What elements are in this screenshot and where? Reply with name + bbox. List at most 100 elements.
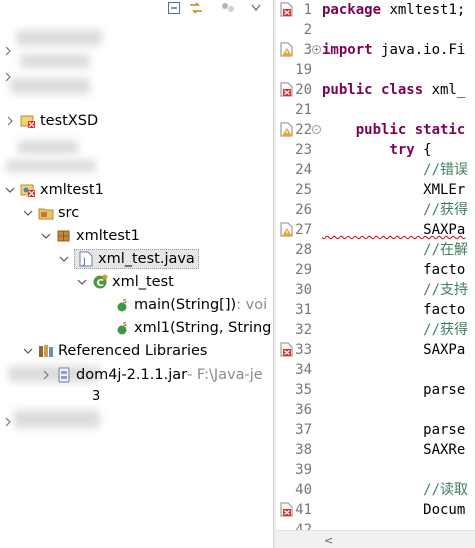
package-icon xyxy=(56,228,72,244)
code-line[interactable]: 3 + import java.io.Fi xyxy=(276,40,475,60)
chevron-down-icon[interactable] xyxy=(22,345,34,357)
chevron-right-icon[interactable] xyxy=(40,369,52,381)
code-text: SAXPa xyxy=(322,222,466,238)
line-number: 37 xyxy=(295,422,312,438)
collapse-all-icon[interactable] xyxy=(166,0,182,16)
jar-name: dom4j-2.1.1.jar xyxy=(76,367,188,383)
code-line[interactable]: 41 Docum xyxy=(276,500,475,520)
tree-item-method-xml1[interactable]: s xml1(String, String xyxy=(114,317,271,339)
code-text: Docum xyxy=(322,502,466,518)
code-line[interactable]: 1 package xmltest1; xyxy=(276,0,475,20)
tree-twisty-collapsed[interactable] xyxy=(4,40,12,62)
line-number: 28 xyxy=(295,242,312,258)
tree-item-method-main[interactable]: s main(String[]) : voi xyxy=(114,294,267,316)
line-number: 34 xyxy=(295,362,312,378)
tree-twisty-collapsed[interactable] xyxy=(4,411,12,433)
code-line[interactable]: 24 //错误 xyxy=(276,160,475,180)
fold-collapse-icon[interactable]: - xyxy=(312,125,321,134)
code-line[interactable]: 2 xyxy=(276,20,475,40)
code-text: SAXPa xyxy=(322,342,466,358)
code-line[interactable]: 35 parse xyxy=(276,380,475,400)
line-number: 31 xyxy=(295,302,312,318)
public-static-method-icon: s xyxy=(114,320,130,336)
svg-text:C: C xyxy=(97,278,104,289)
code-line[interactable]: 30 //支持 xyxy=(276,280,475,300)
code-line[interactable]: 22- public static xyxy=(276,120,475,140)
line-number: 2 xyxy=(303,22,312,38)
code-line[interactable]: 29 facto xyxy=(276,260,475,280)
code-line[interactable]: 27 SAXPa xyxy=(276,220,475,240)
line-number: 27 xyxy=(295,222,312,238)
tree-item-referenced-libraries[interactable]: Referenced Libraries xyxy=(22,340,207,362)
tree-item-class[interactable]: C xml_test xyxy=(76,271,174,293)
code-text: //在解 xyxy=(322,242,469,258)
java-file-icon: J xyxy=(78,251,94,267)
code-line[interactable]: 36 xyxy=(276,400,475,420)
chevron-down-icon[interactable] xyxy=(22,207,34,219)
explorer-toolbar xyxy=(0,0,273,18)
link-with-editor-icon[interactable] xyxy=(188,0,204,16)
java-project-icon xyxy=(20,113,36,129)
tree-twisty-collapsed[interactable] xyxy=(4,66,12,88)
code-line[interactable]: 37 parse xyxy=(276,420,475,440)
code-text: XMLEr xyxy=(322,182,466,198)
chevron-down-icon[interactable] xyxy=(248,0,264,16)
code-line[interactable]: 39 xyxy=(276,460,475,480)
code-text: parse xyxy=(322,382,466,398)
tree-item-java-file[interactable]: J xml_test.java xyxy=(58,248,199,270)
line-number: 32 xyxy=(295,322,312,338)
code-line[interactable]: 21 xyxy=(276,100,475,120)
tree-item-src[interactable]: src xyxy=(22,202,79,224)
tree-item-package[interactable]: xmltest1 xyxy=(40,225,140,247)
code-line[interactable]: 25 XMLEr xyxy=(276,180,475,200)
horizontal-scrollbar[interactable]: < xyxy=(276,530,475,548)
class-icon: C xyxy=(92,274,108,290)
view-menu-icon[interactable] xyxy=(220,0,236,16)
line-number: 24 xyxy=(295,162,312,178)
code-text: //读取 xyxy=(322,482,469,498)
code-line[interactable]: 40 //读取 xyxy=(276,480,475,500)
code-line[interactable]: 26 //获得 xyxy=(276,200,475,220)
public-static-method-icon: s xyxy=(114,297,130,313)
code-line[interactable]: 33 SAXPa xyxy=(276,340,475,360)
line-number: 19 xyxy=(295,62,312,78)
code-line[interactable]: 20 public class xml_ xyxy=(276,80,475,100)
line-number: 25 xyxy=(295,182,312,198)
line-number: 29 xyxy=(295,262,312,278)
tree-item-xmltest1-project[interactable]: xmltest1 xyxy=(4,179,104,201)
line-number: 40 xyxy=(295,482,312,498)
svg-text:J: J xyxy=(82,257,86,267)
code-text: //获得 xyxy=(322,202,469,218)
code-line[interactable]: 28 //在解 xyxy=(276,240,475,260)
code-text: //获得 xyxy=(322,322,469,338)
code-line[interactable]: 38 SAXRe xyxy=(276,440,475,460)
scroll-left-icon[interactable]: < xyxy=(324,534,333,547)
chevron-down-icon[interactable] xyxy=(40,230,52,242)
code-line[interactable]: 34 xyxy=(276,360,475,380)
chevron-right-icon[interactable] xyxy=(4,115,16,127)
svg-text:s: s xyxy=(123,320,127,328)
selected-tree-item[interactable]: J xml_test.java xyxy=(74,249,199,269)
chevron-down-icon[interactable] xyxy=(4,184,16,196)
chevron-down-icon[interactable] xyxy=(58,253,70,265)
line-number: 23 xyxy=(295,142,312,158)
line-number: 26 xyxy=(295,202,312,218)
code-line[interactable]: 31 facto xyxy=(276,300,475,320)
chevron-down-icon[interactable] xyxy=(76,276,88,288)
redacted-item xyxy=(14,410,100,428)
code-text: facto xyxy=(322,302,466,318)
code-text: //支持 xyxy=(322,282,469,298)
code-line[interactable]: 23 try { xyxy=(276,140,475,160)
code-text: //错误 xyxy=(322,162,469,178)
line-number: 39 xyxy=(295,462,312,478)
code-line[interactable]: 32 //获得 xyxy=(276,320,475,340)
code-line[interactable]: 19 xyxy=(276,60,475,80)
line-number: 41 xyxy=(295,502,312,518)
tree-item-testxsd[interactable]: testXSD xyxy=(4,110,98,132)
code-editor[interactable]: 1 package xmltest1; 2 3 + import java.io.Fi 19… xyxy=(276,0,475,548)
line-number: 22 xyxy=(295,122,312,138)
tree-item-jar[interactable]: dom4j-2.1.1.jar - F:\Java-je xyxy=(40,364,263,386)
class-label: xml_test xyxy=(112,274,174,290)
fold-expand-icon[interactable]: + xyxy=(312,45,321,54)
line-number: 20 xyxy=(295,82,312,98)
